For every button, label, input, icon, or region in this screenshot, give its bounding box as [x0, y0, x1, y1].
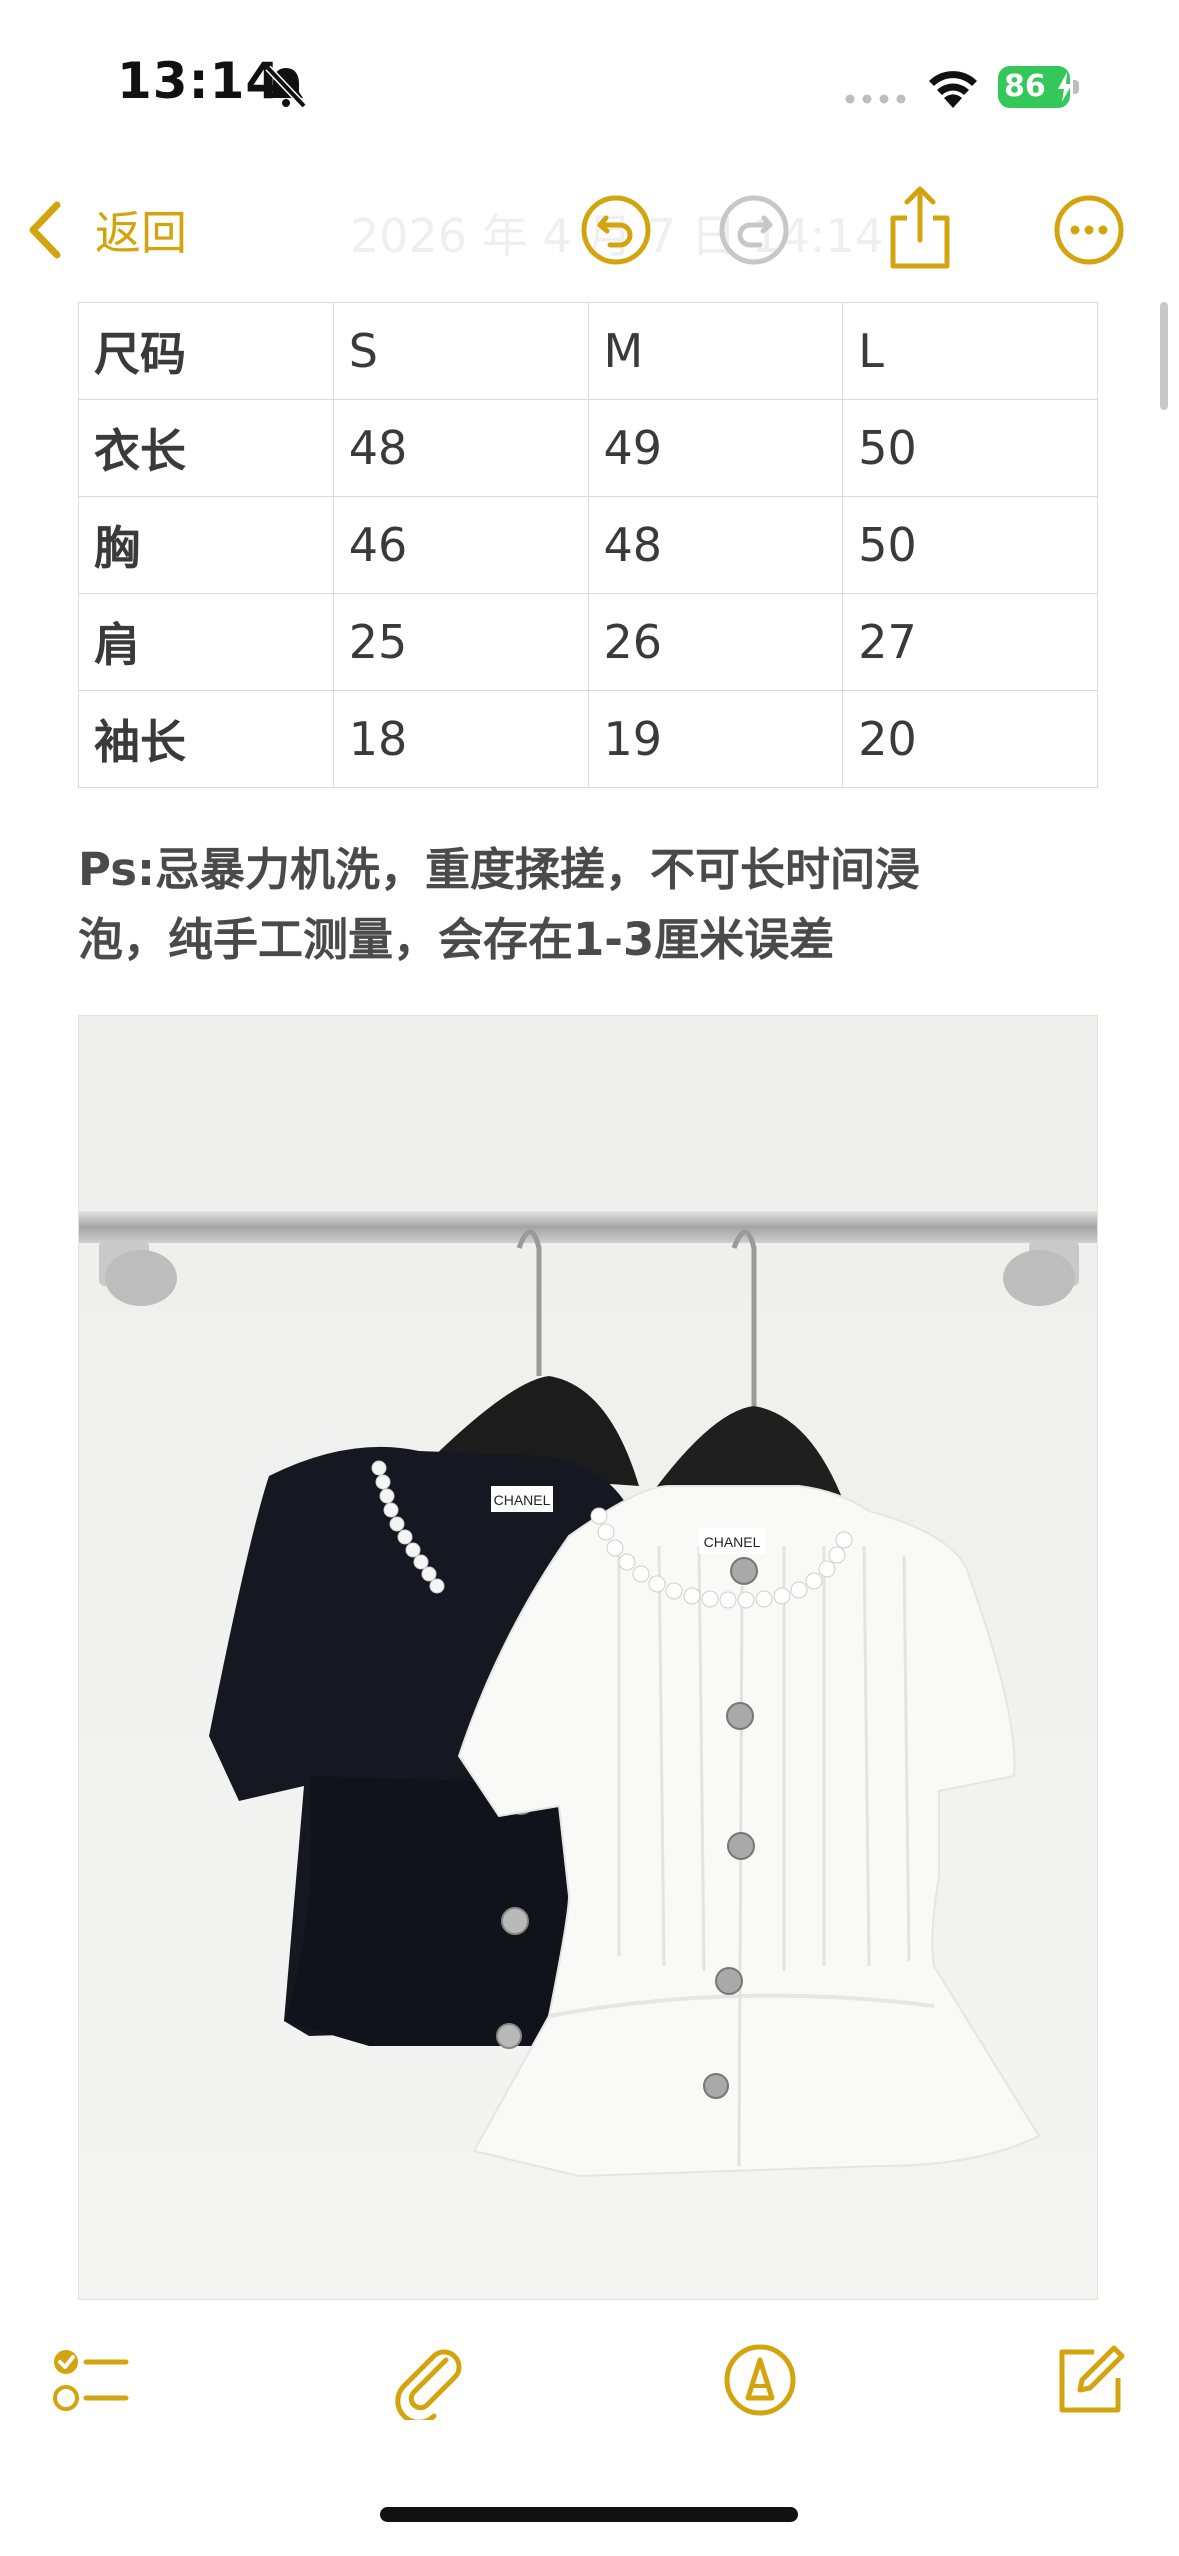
table-cell[interactable]: 尺码 [78, 302, 334, 400]
table-cell[interactable]: 50 [842, 496, 1098, 594]
status-time: 13:14 [117, 52, 282, 110]
paperclip-icon[interactable] [390, 2340, 470, 2420]
table-cell[interactable]: S [332, 302, 589, 400]
note-line: Ps:忌暴力机洗，重度揉搓，不可长时间浸 [78, 843, 920, 896]
product-photo[interactable]: CHANEL CHANEL [78, 1015, 1098, 2300]
table-cell[interactable]: 50 [842, 399, 1098, 497]
checklist-icon[interactable] [50, 2340, 130, 2420]
table-row: 胸 46 48 50 [78, 496, 1098, 594]
photo-label-black: CHANEL [494, 1492, 551, 1508]
table-row: 肩 25 26 27 [78, 593, 1098, 691]
compose-icon[interactable] [1050, 2340, 1130, 2420]
size-table: 尺码 S M L 衣长 48 49 50 胸 46 48 50 肩 25 26 … [78, 302, 1098, 788]
more-icon[interactable] [1053, 194, 1125, 266]
redo-icon[interactable] [718, 194, 790, 266]
battery-charging-icon: 86 [998, 66, 1082, 108]
wifi-icon [929, 71, 977, 108]
share-icon[interactable] [885, 184, 955, 270]
chevron-left-icon [29, 201, 61, 259]
photo-label-white: CHANEL [704, 1534, 761, 1550]
table-cell[interactable]: 19 [587, 690, 844, 788]
table-cell[interactable]: 26 [587, 593, 844, 691]
table-row: 袖长 18 19 20 [78, 690, 1098, 788]
note-line: 泡，纯手工测量，会存在1-3厘米误差 [78, 913, 835, 966]
bottom-toolbar [0, 2340, 1179, 2450]
table-cell[interactable]: 49 [587, 399, 844, 497]
undo-icon[interactable] [580, 194, 652, 266]
cellular-dots-icon [845, 94, 906, 104]
back-button[interactable]: 返回 [25, 195, 187, 265]
scroll-indicator[interactable] [1160, 302, 1168, 410]
table-cell[interactable]: 肩 [78, 593, 334, 691]
table-cell[interactable]: 胸 [78, 496, 334, 594]
table-cell[interactable]: M [587, 302, 844, 400]
table-row: 衣长 48 49 50 [78, 399, 1098, 497]
table-cell[interactable]: 48 [332, 399, 589, 497]
table-cell[interactable]: 18 [332, 690, 589, 788]
note-text[interactable]: Ps:忌暴力机洗，重度揉搓，不可长时间浸 泡，纯手工测量，会存在1-3厘米误差 [78, 835, 1118, 975]
table-cell[interactable]: 20 [842, 690, 1098, 788]
table-cell[interactable]: 48 [587, 496, 844, 594]
status-bar: 13:14 86 [0, 0, 1179, 160]
bell-slash-icon [265, 65, 307, 109]
table-cell[interactable]: 衣长 [78, 399, 334, 497]
product-photo-drawing: CHANEL CHANEL [79, 1016, 1097, 2299]
back-label: 返回 [95, 206, 187, 260]
battery-percent: 86 [1004, 69, 1046, 104]
table-cell[interactable]: L [842, 302, 1098, 400]
table-row: 尺码 S M L [78, 302, 1098, 400]
table-cell[interactable]: 袖长 [78, 690, 334, 788]
markup-icon[interactable] [720, 2340, 800, 2420]
home-indicator[interactable] [380, 2507, 798, 2522]
table-cell[interactable]: 25 [332, 593, 589, 691]
table-cell[interactable]: 27 [842, 593, 1098, 691]
table-cell[interactable]: 46 [332, 496, 589, 594]
nav-bar: 2026 年 4 月 7 日 14:14 返回 [0, 170, 1179, 290]
